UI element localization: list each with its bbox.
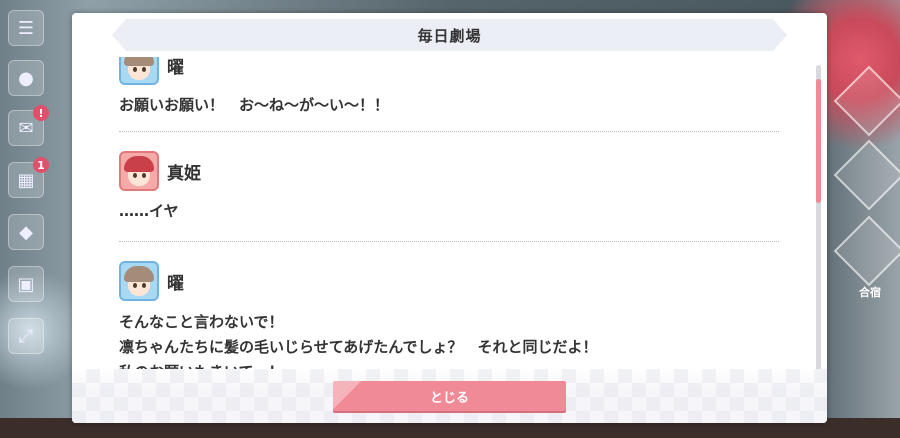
right-menu-button-1[interactable]: [833, 65, 900, 137]
dialogue-line: 凛ちゃんたちに髪の毛いじらせてあげたんでしょ？ それと同じだよ！: [119, 338, 598, 356]
right-menu-button-2[interactable]: [833, 139, 900, 211]
gem-icon[interactable]: ◆: [8, 214, 44, 250]
speaker-name: 真姫: [167, 163, 201, 184]
maki-avatar: [119, 151, 159, 191]
camp-label: 合宿: [859, 286, 881, 299]
fullscreen-icon[interactable]: ⤢: [8, 318, 44, 354]
speaker-row: 真姫: [119, 151, 201, 191]
daily-theater-dialog: 毎日劇場 曜 お願いお願い！ お〜ね〜が〜い〜！！ 真姫 ……イヤ 曜 そんなこ…: [72, 13, 827, 423]
dialog-footer: とじる: [72, 369, 827, 423]
entry-divider: [119, 131, 779, 132]
dialogue-line: ……イヤ: [119, 202, 179, 220]
close-button[interactable]: とじる: [333, 381, 566, 411]
notice-badge: !: [33, 105, 49, 121]
dialogue-entry: 曜 そんなこと言わないで！ 凛ちゃんたちに髪の毛いじらせてあげたんでしょ？ それ…: [119, 261, 779, 383]
chat-icon[interactable]: ●: [8, 60, 44, 96]
menu-icon[interactable]: ☰: [8, 10, 44, 46]
right-menu-button-3[interactable]: [833, 215, 900, 287]
dialogue-scroll-area[interactable]: 曜 お願いお願い！ お〜ね〜が〜い〜！！ 真姫 ……イヤ 曜 そんなこと言わない…: [72, 57, 827, 383]
speaker-name: 曜: [167, 57, 184, 78]
dialogue-lines: お願いお願い！ お〜ね〜が〜い〜！！: [119, 93, 389, 118]
dialogue-entry: 真姫 ……イヤ: [119, 151, 779, 242]
dialogue-lines: ……イヤ: [119, 199, 179, 224]
dialogue-line: そんなこと言わないで！: [119, 313, 284, 331]
right-menu-rail: 合宿: [828, 0, 900, 438]
speaker-name: 曜: [167, 273, 184, 294]
present-badge: 1: [33, 157, 49, 173]
you-avatar: [119, 261, 159, 301]
entry-divider: [119, 241, 779, 242]
scrollbar-thumb[interactable]: [816, 79, 821, 203]
album-icon[interactable]: ▣: [8, 266, 44, 302]
speaker-row: 曜: [119, 57, 184, 85]
notice-icon[interactable]: ✉ !: [8, 105, 49, 146]
you-avatar: [119, 57, 159, 85]
dialogue-entry: 曜 お願いお願い！ お〜ね〜が〜い〜！！: [119, 57, 779, 132]
left-menu-rail: ☰ ● ✉ ! ▦ 1 ◆ ▣ ⤢: [0, 0, 50, 438]
dialog-header: 毎日劇場: [112, 19, 787, 51]
speaker-row: 曜: [119, 261, 184, 301]
present-icon[interactable]: ▦ 1: [8, 157, 49, 198]
dialog-title: 毎日劇場: [417, 26, 482, 45]
dialogue-line: お願いお願い！ お〜ね〜が〜い〜！！: [119, 96, 390, 114]
